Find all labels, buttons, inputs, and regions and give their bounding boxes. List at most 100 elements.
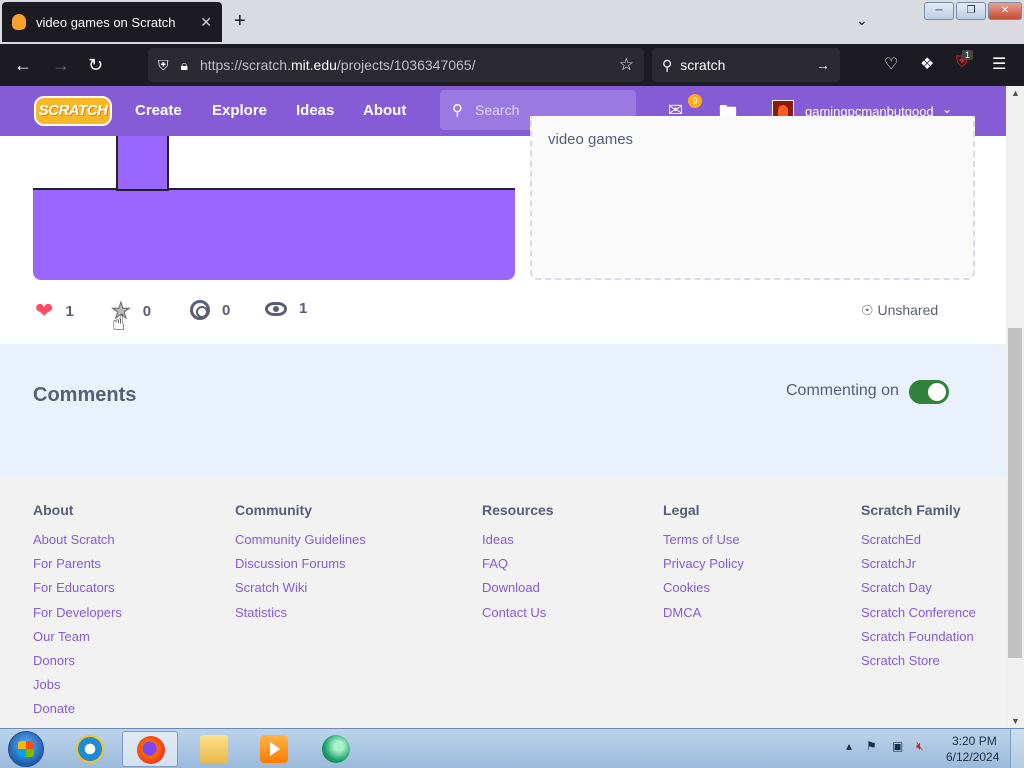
footer-link[interactable]: Scratch Day bbox=[861, 580, 976, 604]
stage-white-band bbox=[33, 136, 515, 190]
hand-cursor-icon: ☝ bbox=[112, 310, 126, 335]
footer-link[interactable]: Privacy Policy bbox=[663, 556, 744, 580]
unshared-label: Unshared bbox=[877, 302, 939, 318]
browser-tab-active[interactable]: video games on Scratch ✕ bbox=[2, 2, 222, 42]
bookmark-star-icon[interactable]: ☆ bbox=[619, 55, 634, 75]
extensions-icon[interactable]: ❖ bbox=[920, 54, 934, 74]
footer-link[interactable]: DMCA bbox=[663, 605, 744, 629]
clock-date[interactable]: 6/12/2024 bbox=[946, 750, 999, 764]
browser-search-box[interactable]: ⚲ scratch → bbox=[652, 48, 840, 82]
forward-arrow-icon[interactable]: → bbox=[52, 54, 70, 76]
footer-link[interactable]: Scratch Wiki bbox=[235, 580, 366, 604]
scrollbar-thumb[interactable] bbox=[1008, 328, 1022, 658]
heart-icon[interactable]: ❤ bbox=[35, 300, 53, 322]
chevron-down-icon[interactable]: ⌄ bbox=[942, 102, 952, 116]
volume-muted-icon[interactable]: 🔇︎ bbox=[916, 739, 924, 754]
new-tab-button[interactable]: + bbox=[234, 10, 246, 33]
reload-icon[interactable]: ↻ bbox=[88, 54, 103, 76]
messages-count-badge: 9 bbox=[688, 94, 702, 108]
remix-count: 0 bbox=[222, 301, 231, 319]
nav-create[interactable]: Create bbox=[135, 102, 182, 119]
comments-section: Comments Commenting on bbox=[0, 344, 1006, 478]
scratch-logo[interactable]: SCRATCH bbox=[34, 96, 112, 126]
project-stage[interactable] bbox=[33, 136, 515, 280]
restore-button[interactable]: ❐ bbox=[956, 2, 986, 20]
search-go-arrow-icon[interactable]: → bbox=[816, 57, 830, 73]
commenting-toggle[interactable] bbox=[909, 380, 949, 404]
url-text[interactable]: https://scratch.mit.edu/projects/1036347… bbox=[200, 57, 619, 73]
footer-link[interactable]: Donate bbox=[33, 701, 122, 725]
favorite-count: 0 bbox=[142, 302, 152, 320]
media-player-icon bbox=[260, 735, 288, 763]
footer-link[interactable]: Donors bbox=[33, 653, 122, 677]
pocket-icon[interactable]: ♡ bbox=[884, 54, 898, 74]
taskbar-explorer[interactable] bbox=[186, 731, 242, 767]
tray-expand-icon[interactable]: ▴ bbox=[846, 739, 852, 753]
window-close-button[interactable]: ✕ bbox=[988, 2, 1022, 20]
windows-taskbar: ▴ ⚑ ▣ 🔇︎ 3:20 PM 6/12/2024 bbox=[0, 728, 1024, 768]
footer-link[interactable]: Community Guidelines bbox=[235, 532, 366, 556]
lock-icon[interactable]: 🔒︎ bbox=[181, 57, 188, 74]
minimize-button[interactable]: ─ bbox=[924, 2, 954, 20]
app-icon bbox=[322, 735, 350, 763]
action-center-flag-icon[interactable]: ⚑ bbox=[866, 739, 877, 753]
footer-heading: Scratch Family bbox=[861, 502, 961, 518]
footer-link[interactable]: Scratch Conference bbox=[861, 605, 976, 629]
footer-link[interactable]: Our Team bbox=[33, 629, 122, 653]
start-button[interactable] bbox=[8, 731, 44, 767]
scratch-favicon-icon bbox=[12, 14, 26, 30]
footer-link[interactable]: Cookies bbox=[663, 580, 744, 604]
footer-link[interactable]: About Scratch bbox=[33, 532, 122, 556]
footer-link[interactable]: For Educators bbox=[33, 580, 122, 604]
footer-heading: Legal bbox=[663, 502, 700, 518]
footer-link[interactable]: ScratchJr bbox=[861, 556, 976, 580]
footer-link[interactable]: Download bbox=[482, 580, 554, 604]
footer-col-legal: Legal Terms of Use Privacy Policy Cookie… bbox=[663, 502, 744, 629]
footer-link[interactable]: ScratchEd bbox=[861, 532, 976, 556]
footer-link[interactable]: Scratch Foundation bbox=[861, 629, 976, 653]
nav-about[interactable]: About bbox=[363, 102, 406, 119]
footer-heading: About bbox=[33, 502, 74, 518]
shield-icon[interactable]: ⛨ bbox=[158, 57, 169, 74]
page-scrollbar[interactable]: ▲ ▼ bbox=[1006, 86, 1024, 728]
love-count: 1 bbox=[65, 302, 74, 320]
project-area: video games ❤ 1 ★ 0 0 1 ☉ Unshared bbox=[0, 116, 1006, 344]
taskbar-media-player[interactable] bbox=[246, 731, 302, 767]
footer-link[interactable]: Terms of Use bbox=[663, 532, 744, 556]
taskbar-internet-explorer[interactable] bbox=[62, 731, 118, 767]
extension-badge: 1 bbox=[962, 50, 974, 60]
footer-link[interactable]: Jobs bbox=[33, 677, 122, 701]
tab-close-icon[interactable]: ✕ bbox=[200, 14, 212, 31]
footer-link[interactable]: Statistics bbox=[235, 605, 366, 629]
tab-title: video games on Scratch bbox=[36, 14, 176, 30]
show-desktop-button[interactable] bbox=[1010, 729, 1024, 768]
url-bar[interactable]: ⛨ 🔒︎ https://scratch.mit.edu/projects/10… bbox=[148, 48, 644, 82]
browser-search-query[interactable]: scratch bbox=[680, 57, 816, 73]
eye-icon bbox=[265, 301, 287, 316]
scroll-up-arrow-icon[interactable]: ▲ bbox=[1011, 88, 1020, 98]
back-arrow-icon[interactable]: ← bbox=[14, 54, 32, 76]
menu-hamburger-icon[interactable]: ☰ bbox=[992, 54, 1006, 74]
clock-time[interactable]: 3:20 PM bbox=[952, 734, 997, 748]
list-all-tabs-icon[interactable]: ⌄ bbox=[856, 12, 868, 29]
unshared-status: ☉ Unshared bbox=[861, 302, 938, 319]
footer-link[interactable]: For Parents bbox=[33, 556, 122, 580]
network-icon[interactable]: ▣ bbox=[892, 739, 903, 753]
footer-link[interactable]: Contact Us bbox=[482, 605, 554, 629]
footer-link[interactable]: Discussion Forums bbox=[235, 556, 366, 580]
nav-explore[interactable]: Explore bbox=[212, 102, 267, 119]
footer-col-scratch-family: Scratch Family ScratchEd ScratchJr Scrat… bbox=[861, 502, 976, 677]
remix-spiral-icon bbox=[190, 300, 210, 320]
scroll-down-arrow-icon[interactable]: ▼ bbox=[1011, 716, 1020, 726]
taskbar-app[interactable] bbox=[308, 731, 364, 767]
love-stat[interactable]: ❤ 1 bbox=[35, 300, 74, 322]
footer-link[interactable]: FAQ bbox=[482, 556, 554, 580]
taskbar-firefox[interactable] bbox=[122, 731, 178, 767]
search-icon: ⚲ bbox=[452, 102, 463, 119]
footer-link[interactable]: For Developers bbox=[33, 605, 122, 629]
footer-link[interactable]: Ideas bbox=[482, 532, 554, 556]
nav-ideas[interactable]: Ideas bbox=[296, 102, 334, 119]
search-placeholder: Search bbox=[475, 102, 520, 118]
footer-col-about: About About Scratch For Parents For Educ… bbox=[33, 502, 122, 726]
footer-link[interactable]: Scratch Store bbox=[861, 653, 976, 677]
